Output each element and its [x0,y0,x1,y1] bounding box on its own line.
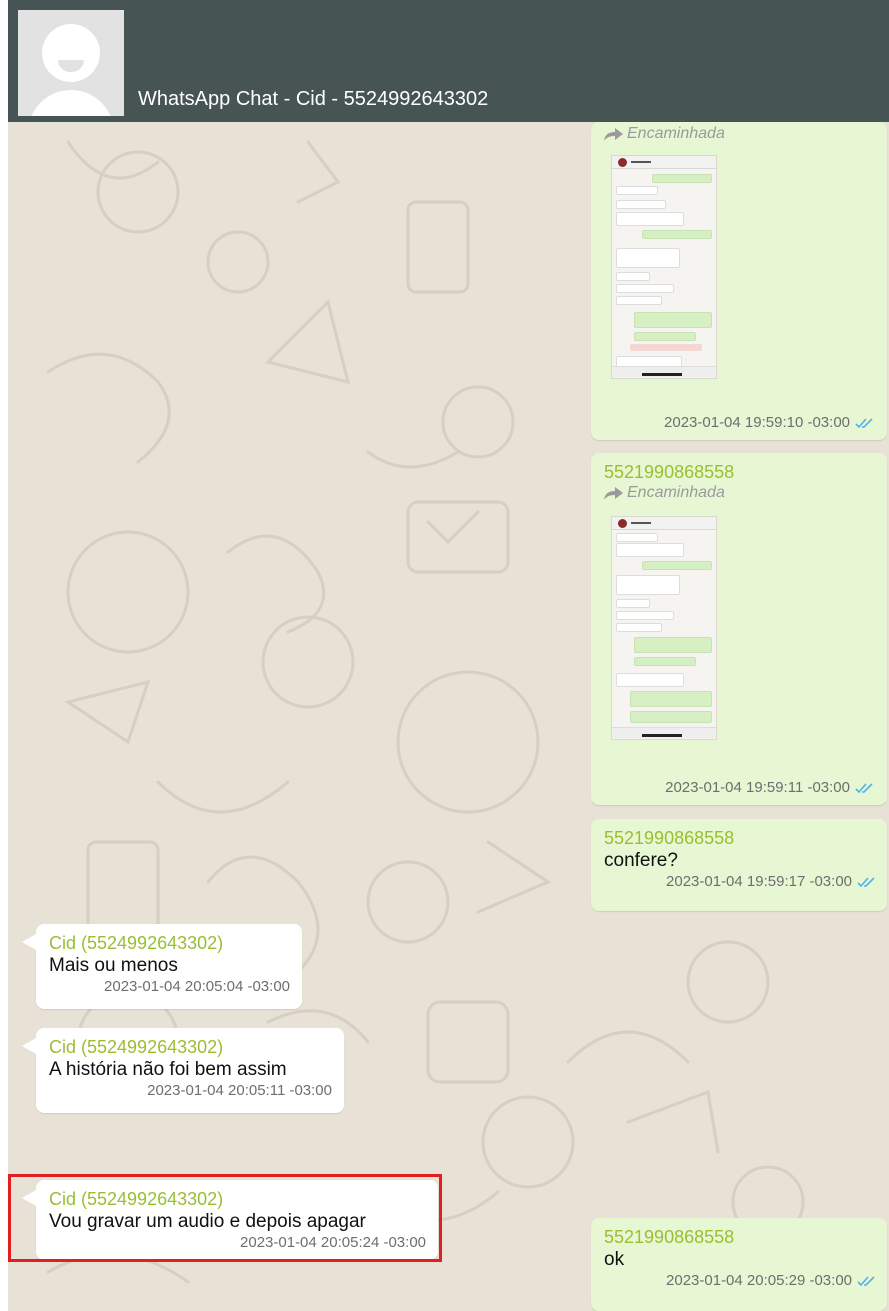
avatar-head-shape [42,24,100,82]
contact-avatar[interactable] [18,10,124,116]
message-text: A história não foi bem assim [49,1059,287,1080]
sender-name: 5521990868558 [604,462,735,482]
sender-name: Cid (5524992643302) [49,933,224,953]
message-timestamp: 2023-01-04 19:59:10 -03:00 [664,413,873,433]
double-check-icon [855,783,873,794]
highlight-box [8,1174,442,1262]
message-timestamp: 2023-01-04 20:05:04 -03:00 [104,978,290,995]
message-timestamp: 2023-01-04 19:59:17 -03:00 [604,872,875,892]
forwarded-label: Encaminhada [604,483,875,503]
thumb-header [612,517,716,530]
double-check-icon [857,877,875,888]
chat-area[interactable]: Encaminhada 2023-01-04 19:59:10 -03:00 5… [8,122,889,1311]
message-text: confere? [604,850,678,871]
forwarded-screenshot-image[interactable] [611,516,717,740]
double-check-icon [857,1276,875,1287]
message-timestamp: 2023-01-04 20:05:11 -03:00 [147,1082,332,1099]
message-text: ok [604,1249,625,1270]
chat-title: WhatsApp Chat - Cid - 5524992643302 [138,88,489,110]
forwarded-text: Encaminhada [627,484,725,501]
message-bubble-outgoing[interactable]: 5521990868558 Encaminhada 2023-01-04 19:… [591,453,887,805]
message-bubble-outgoing[interactable]: 5521990868558 ok 2023-01-04 20:05:29 -03… [591,1218,887,1311]
forward-arrow-icon [604,128,623,141]
forward-arrow-icon [604,487,623,500]
avatar-body-shape [28,90,114,116]
message-bubble-incoming[interactable]: Cid (5524992643302) Mais ou menos 2023-0… [22,924,302,1009]
message-bubble-outgoing[interactable]: Encaminhada 2023-01-04 19:59:10 -03:00 [591,122,887,440]
message-timestamp: 2023-01-04 19:59:11 -03:00 [665,778,873,798]
double-check-icon [855,418,873,429]
message-bubble-outgoing[interactable]: 5521990868558 confere? 2023-01-04 19:59:… [591,819,887,911]
sender-name: 5521990868558 [604,828,735,848]
chat-header: WhatsApp Chat - Cid - 5524992643302 [8,0,889,122]
forwarded-label: Encaminhada [604,124,875,144]
message-text: Mais ou menos [49,955,178,976]
forwarded-text: Encaminhada [627,125,725,142]
thumb-header [612,156,716,169]
message-bubble-incoming[interactable]: Cid (5524992643302) A história não foi b… [22,1028,344,1113]
message-timestamp: 2023-01-04 20:05:29 -03:00 [604,1271,875,1291]
forwarded-screenshot-image[interactable] [611,155,717,379]
sender-name: Cid (5524992643302) [49,1037,224,1057]
sender-name: 5521990868558 [604,1227,735,1247]
